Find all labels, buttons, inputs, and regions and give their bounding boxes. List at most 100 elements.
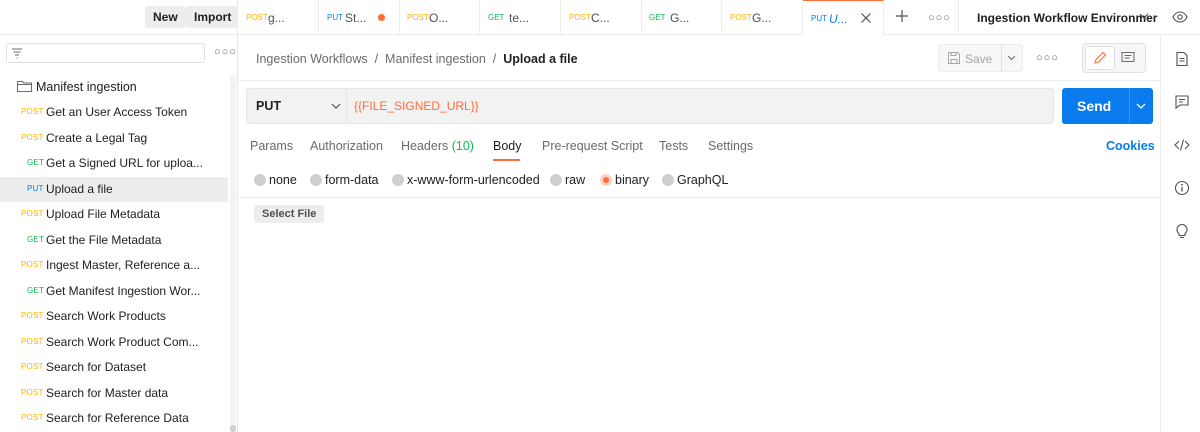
headers-count: (10) [451,139,474,153]
request-name: Search for Dataset [46,360,147,374]
breadcrumb-collection[interactable]: Ingestion Workflows [256,52,368,66]
sidebar-request-item[interactable]: POST Create a Legal Tag [0,126,228,152]
radio-none[interactable] [254,174,266,186]
method-badge: POST [246,13,268,22]
radio-urlencoded[interactable] [392,174,404,186]
tab-pre-request-script[interactable]: Pre-request Script [542,139,643,153]
sidebar-scroll-thumb[interactable] [230,425,236,432]
chevron-down-icon[interactable] [1007,55,1016,61]
send-label: Send [1077,98,1112,114]
breadcrumb-current[interactable]: Upload a file [503,52,577,66]
select-file-button[interactable]: Select File [254,205,325,223]
lightbulb-icon[interactable] [1174,223,1190,239]
documentation-icon[interactable] [1174,51,1190,67]
body-type-label: form-data [325,173,379,187]
save-button[interactable]: Save [938,44,1023,72]
body-divider [238,197,1160,198]
method-badge: POST [21,413,44,422]
breadcrumb-separator: / [374,52,379,66]
tab-title: O... [429,11,449,25]
method-badge: POST [21,209,44,218]
save-label: Save [965,52,993,66]
more-options-icon[interactable]: ○○○ [214,46,237,58]
request-tab[interactable]: GET te... [480,0,561,35]
pencil-icon [1093,51,1107,65]
sidebar-request-item[interactable]: POST Get an User Access Token [0,100,228,126]
tab-authorization[interactable]: Authorization [310,139,383,153]
radio-form-data[interactable] [310,174,322,186]
send-button[interactable]: Send [1062,88,1153,124]
new-button[interactable]: New [145,6,186,28]
sidebar-request-item[interactable]: POST Ingest Master, Reference a... [0,253,228,279]
tab-body[interactable]: Body [493,139,522,153]
code-icon[interactable] [1174,137,1190,153]
method-badge: POST [21,132,44,142]
request-tab[interactable]: GET G... [641,0,722,35]
filter-input[interactable] [6,43,205,63]
breadcrumb-separator: / [492,52,497,66]
method-badge: PUT [27,183,44,193]
url-input[interactable]: {{FILE_SIGNED_URL}} [354,99,479,113]
right-rail [1160,35,1200,432]
send-divider [1129,88,1130,124]
new-tab-icon[interactable] [895,9,909,23]
body-type-label: raw [565,173,586,187]
request-more-icon[interactable]: ○○○ [1036,52,1059,64]
radio-raw[interactable] [550,174,562,186]
tab-tests[interactable]: Tests [659,139,688,153]
tab-title: G... [670,11,690,25]
import-button[interactable]: Import [186,6,240,28]
request-tab[interactable]: PUT St... [319,0,400,35]
cookies-link[interactable]: Cookies [1106,139,1155,153]
method-badge: POST [569,13,591,22]
close-icon[interactable] [860,12,872,24]
request-name: Search Work Product Com... [46,334,199,349]
collection-folder[interactable]: Manifest ingestion [0,75,230,99]
sidebar-header: New Import [0,0,240,35]
request-tab[interactable]: PUT U... [803,0,884,35]
edit-mode-button[interactable] [1085,46,1115,70]
method-select[interactable]: PUT [247,89,347,123]
sidebar-request-item[interactable]: POST Upload File Metadata [0,202,228,228]
breadcrumb-folder[interactable]: Manifest ingestion [385,52,486,66]
eye-icon[interactable] [1172,10,1188,24]
radio-binary[interactable] [600,174,612,186]
sidebar-filter: ○○○ [0,36,238,70]
tab-title: C... [591,11,610,25]
info-icon[interactable] [1174,180,1190,196]
tab-more-icon[interactable]: ○○○ [928,12,951,24]
request-name: Create a Legal Tag [46,130,148,145]
sidebar-request-item[interactable]: GET Get Manifest Ingestion Wor... [0,279,228,305]
radio-graphql[interactable] [662,174,674,186]
chevron-down-icon[interactable] [1136,103,1146,110]
comment-icon[interactable] [1121,51,1135,65]
request-tab[interactable]: POST g... [238,0,319,35]
method-badge: PUT [327,13,343,22]
sidebar-request-item[interactable]: GET Get a Signed URL for uploa... [0,151,228,177]
sidebar-request-item[interactable]: POST Search Work Product Com... [0,330,228,356]
method-badge: PUT [811,14,827,23]
method-badge: POST [21,107,44,116]
tab-settings[interactable]: Settings [708,139,753,153]
sidebar-scrollbar[interactable] [230,75,236,432]
sidebar-request-item[interactable]: PUT Upload a file [0,176,228,202]
tab-headers[interactable]: Headers (10) [401,139,474,153]
body-type-label: GraphQL [677,173,729,187]
active-tab-indicator [493,159,520,161]
tab-title: U... [829,12,848,26]
sidebar-request-item[interactable]: POST Search for Dataset [0,355,228,381]
sidebar-request-item[interactable]: POST Search Work Products [0,304,228,330]
environment-selector[interactable]: Ingestion Workflow Environmer [958,0,1160,35]
request-tab[interactable]: POST O... [399,0,480,35]
request-name: Ingest Master, Reference a... [46,258,201,272]
request-tab[interactable]: POST G... [722,0,803,35]
sidebar-request-item[interactable]: POST Search for Reference Data [0,406,228,432]
tab-title: te... [509,11,530,25]
tab-params[interactable]: Params [250,139,293,153]
comments-icon[interactable] [1174,94,1190,110]
request-tab[interactable]: POST C... [561,0,642,35]
request-list: POST Get an User Access Token POST Create a… [0,100,230,432]
sidebar-request-item[interactable]: GET Get the File Metadata [0,228,228,254]
url-bar: PUT {{FILE_SIGNED_URL}} [246,88,1054,124]
sidebar-request-item[interactable]: POST Search for Master data [0,381,228,407]
